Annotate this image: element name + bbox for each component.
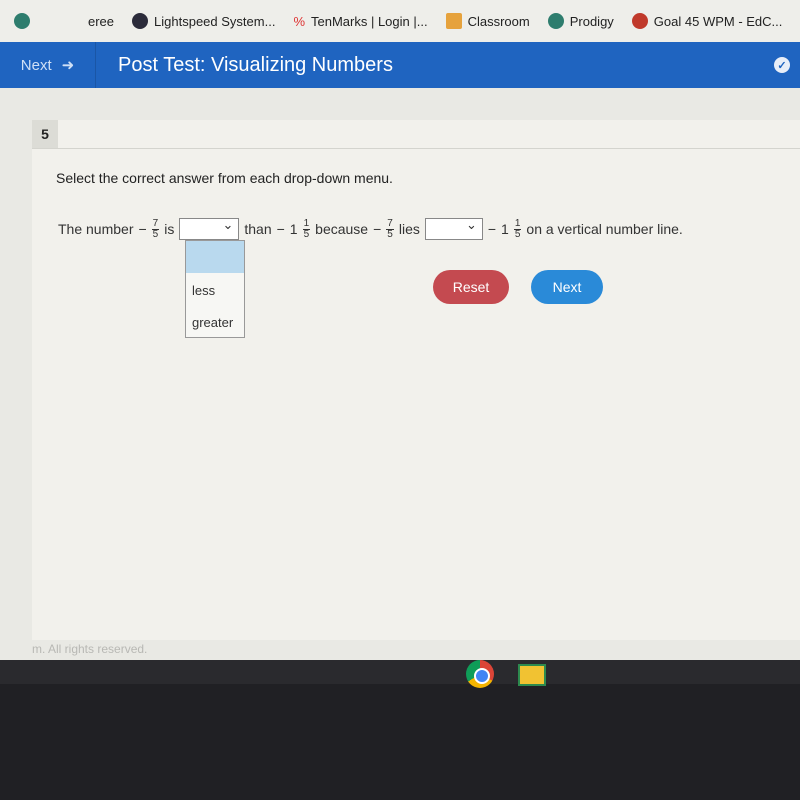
check-circle-icon[interactable]: ✓ [774,57,790,73]
bookmark[interactable]: Classroom [445,13,530,29]
page-title: Post Test: Visualizing Numbers [118,53,393,76]
content-area: 5 Select the correct answer from each dr… [0,88,800,660]
bookmark[interactable]: % TenMarks | Login |... [293,14,427,29]
bookmark[interactable]: Lightspeed System... [132,13,275,29]
question-text: The number −75 is than −115 because −75 … [58,217,683,240]
dropdown-option-blank[interactable] [186,241,244,273]
bookmarks-bar: eree Lightspeed System... % TenMarks | Lo… [0,0,800,42]
fraction: 75 [386,217,394,240]
header-bar: Next ➜ Post Test: Visualizing Numbers ✓ [0,42,800,88]
taskbar [0,660,800,800]
prodigy-icon [547,13,564,29]
lightspeed-icon [132,13,149,29]
fraction: 15 [513,217,522,240]
dropdown-1[interactable] [179,217,240,240]
instruction: Select the correct answer from each drop… [56,170,393,186]
next-button[interactable]: Next [531,270,603,304]
copyright-footer: m. All rights reserved. [32,642,148,656]
prodigy-icon [14,13,30,29]
header-next-button[interactable]: Next ➜ [0,42,96,88]
question-number: 5 [32,120,58,148]
bookmark[interactable]: Goal 45 WPM - EdC... [631,13,782,29]
question-card: 5 Select the correct answer from each dr… [32,120,800,656]
divider [32,148,800,149]
dropdown-option-greater[interactable]: greater [186,305,244,337]
fraction: 15 [302,217,311,240]
dropdown-2[interactable] [424,217,483,240]
arrow-right-circle-icon: ➜ [61,57,75,74]
fraction: 75 [151,217,160,240]
shelf [0,660,800,684]
bookmark[interactable] [14,13,30,29]
dropdown-1-menu: less greater [185,240,245,338]
bookmark[interactable]: eree [88,14,114,29]
edclub-icon [631,13,648,29]
chrome-icon[interactable] [466,660,494,688]
bookmark[interactable]: Prodigy [547,13,614,29]
reset-button[interactable]: Reset [433,270,509,304]
percent-icon: % [293,13,305,29]
classroom-app-icon[interactable] [518,664,546,686]
dropdown-option-less[interactable]: less [186,273,244,305]
classroom-icon [445,13,462,29]
